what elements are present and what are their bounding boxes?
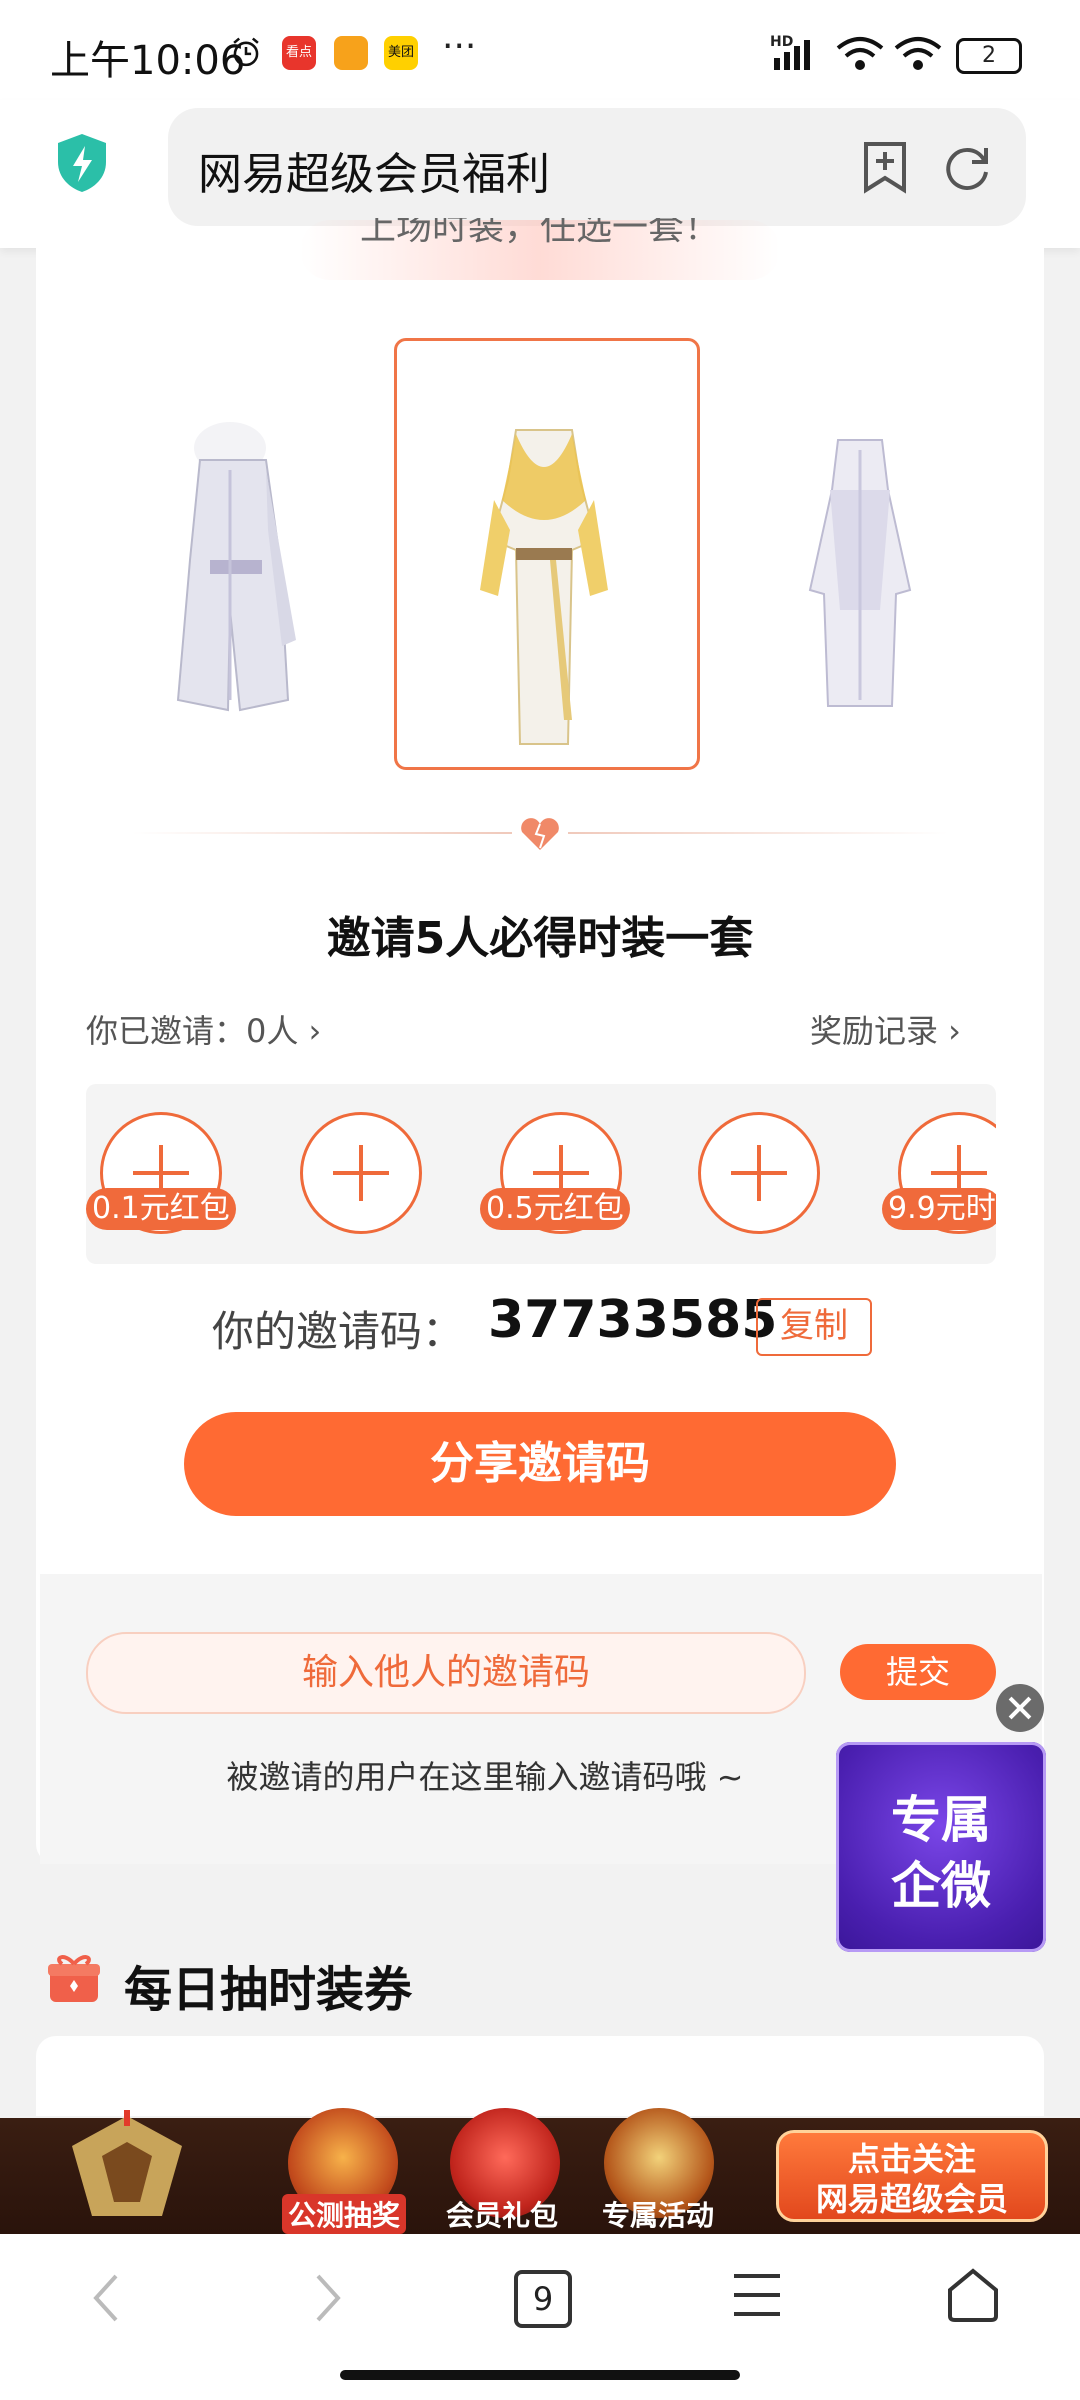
back-icon[interactable] bbox=[86, 2270, 126, 2326]
plus-icon bbox=[731, 1145, 787, 1201]
tabs-button[interactable]: 9 bbox=[514, 2270, 572, 2328]
notes-app-icon bbox=[334, 36, 368, 70]
exclusive-activity-label[interactable]: 专属活动 bbox=[602, 2194, 714, 2234]
reward-badge-5: 9.9元时 bbox=[882, 1188, 996, 1230]
costume-right-image[interactable] bbox=[800, 430, 920, 720]
forward-icon[interactable] bbox=[308, 2270, 348, 2326]
share-invite-code-button[interactable]: 分享邀请码 bbox=[184, 1412, 896, 1516]
status-time: 上午10:06 bbox=[50, 38, 246, 84]
submit-button[interactable]: 提交 bbox=[840, 1644, 996, 1700]
heart-divider-icon bbox=[521, 818, 559, 850]
plus-icon bbox=[333, 1145, 389, 1201]
invite-title: 邀请5人必得时装一套 bbox=[326, 913, 754, 964]
invited-count[interactable]: 你已邀请：0人 › bbox=[86, 1006, 321, 1052]
follow-line-1: 点击关注 bbox=[847, 2140, 976, 2178]
costume-left-image[interactable] bbox=[170, 410, 300, 720]
gift-icon bbox=[48, 1955, 100, 2002]
home-indicator[interactable] bbox=[340, 2370, 740, 2380]
menu-icon[interactable] bbox=[730, 2270, 784, 2320]
close-float-icon[interactable] bbox=[996, 1684, 1044, 1732]
reward-record-link[interactable]: 奖励记录 › bbox=[810, 1006, 961, 1052]
alarm-icon bbox=[233, 37, 259, 67]
invite-slot-2[interactable] bbox=[300, 1112, 422, 1234]
bookmark-add-icon[interactable] bbox=[860, 140, 910, 194]
copy-button[interactable]: 复制 bbox=[756, 1298, 872, 1356]
brand-logo-icon bbox=[72, 2110, 182, 2216]
daily-section-title: 每日抽时装券 bbox=[124, 1962, 413, 2018]
wifi-icon-2 bbox=[894, 37, 942, 70]
battery-icon: 2 bbox=[956, 38, 1022, 74]
promo-line-2: 企微 bbox=[891, 1856, 991, 1915]
status-bar: 上午10:06 看点 美团 ··· HD 2 bbox=[0, 0, 1080, 100]
follow-button[interactable]: 点击关注 网易超级会员 bbox=[776, 2130, 1048, 2222]
signal-icon bbox=[774, 40, 810, 70]
home-icon[interactable] bbox=[944, 2266, 1002, 2324]
invite-code-label: 你的邀请码： bbox=[212, 1307, 465, 1356]
reward-badge-3: 0.5元红包 bbox=[480, 1188, 630, 1230]
follow-line-2: 网易超级会员 bbox=[815, 2180, 1008, 2218]
enter-code-hint: 被邀请的用户在这里输入邀请码哦 ~ bbox=[226, 1758, 744, 1796]
kandian-app-icon: 看点 bbox=[282, 36, 316, 70]
meituan-app-icon: 美团 bbox=[384, 36, 418, 70]
invite-code-value: 37733585 bbox=[488, 1290, 778, 1350]
security-shield-icon[interactable] bbox=[54, 132, 110, 194]
exclusive-wecom-promo[interactable]: 专属 企微 bbox=[836, 1742, 1046, 1952]
invite-code-input[interactable]: 输入他人的邀请码 bbox=[86, 1632, 806, 1714]
wifi-icon bbox=[836, 37, 884, 70]
banner-text: 上场时装，任选一套！ bbox=[359, 218, 720, 248]
costume-center-image[interactable] bbox=[476, 420, 612, 756]
reward-badge-1: 0.1元红包 bbox=[86, 1188, 236, 1230]
invite-slots: 0.1元红包 0.5元红包 9.9元时 bbox=[86, 1084, 996, 1264]
daily-card bbox=[36, 2036, 1044, 2116]
more-notifications-icon: ··· bbox=[442, 26, 477, 67]
lottery-label[interactable]: 公测抽奖 bbox=[282, 2194, 407, 2234]
divider-left bbox=[132, 832, 512, 834]
refresh-icon[interactable] bbox=[940, 140, 994, 194]
member-gift-label[interactable]: 会员礼包 bbox=[446, 2194, 558, 2234]
page-title[interactable]: 网易超级会员福利 bbox=[198, 138, 550, 202]
invite-slot-4[interactable] bbox=[698, 1112, 820, 1234]
promo-line-1: 专属 bbox=[891, 1790, 991, 1849]
divider-right bbox=[568, 832, 948, 834]
